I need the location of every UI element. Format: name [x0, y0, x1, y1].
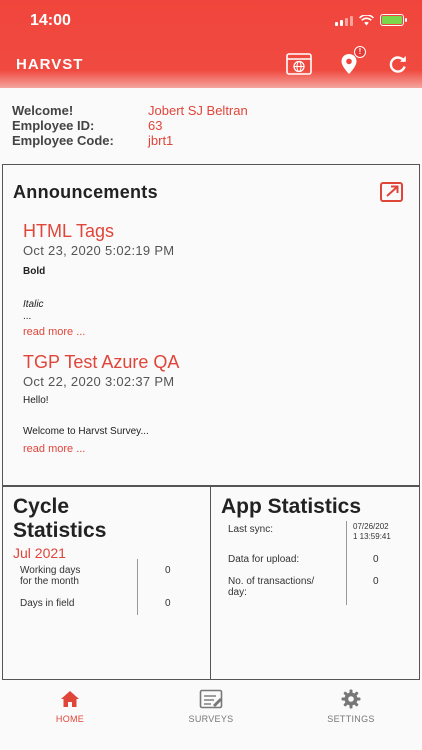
divider	[137, 559, 138, 615]
announcement-body-line: Bold	[23, 266, 46, 277]
nav-settings[interactable]: SETTINGS	[301, 688, 401, 724]
announcements-panel: Announcements HTML Tags Oct 23, 2020 5:0…	[2, 164, 420, 486]
working-days-value: 0	[165, 565, 171, 576]
home-icon	[61, 691, 79, 707]
last-sync-value: 07/26/202 1 13:59:41	[353, 522, 391, 541]
employee-name: Jobert SJ Beltran	[148, 103, 248, 118]
nav-settings-label: SETTINGS	[327, 714, 375, 724]
nav-surveys-label: SURVEYS	[188, 714, 234, 724]
transactions-label: No. of transactions/ day:	[228, 576, 315, 598]
battery-icon	[380, 14, 407, 26]
refresh-button[interactable]	[385, 52, 411, 76]
surveys-icon	[199, 689, 223, 709]
cycle-title-line2: Statistics	[13, 519, 107, 542]
location-button[interactable]: !	[336, 46, 366, 76]
status-icons	[335, 14, 407, 26]
days-in-field-label: Days in field	[20, 598, 75, 609]
announcement-item[interactable]: HTML Tags Oct 23, 2020 5:02:19 PM Bold I…	[23, 221, 403, 338]
employee-code-label: Employee Code:	[12, 133, 114, 148]
settings-gear-icon	[341, 689, 361, 709]
working-days-label: Working days for the month	[20, 565, 81, 587]
cycle-title-line1: Cycle	[13, 495, 70, 518]
announcement-body-line: Welcome to Harvst Survey...	[23, 426, 149, 437]
read-more-link[interactable]: read more ...	[23, 443, 403, 455]
announcement-body-line: ...	[23, 311, 32, 322]
announcement-title[interactable]: TGP Test Azure QA	[23, 352, 403, 373]
days-in-field-value: 0	[165, 598, 171, 609]
employee-id-label: Employee ID:	[12, 118, 95, 133]
app-header: 14:00 HARVST !	[0, 0, 422, 88]
notification-badge: !	[354, 46, 366, 58]
web-browser-button[interactable]	[286, 52, 312, 76]
transactions-value: 0	[373, 576, 379, 587]
divider	[346, 521, 347, 605]
cycle-month: Jul 2021	[13, 545, 66, 561]
signal-icon	[335, 15, 353, 26]
browser-globe-icon	[286, 53, 312, 75]
data-for-upload-value: 0	[373, 554, 379, 565]
status-time: 14:00	[30, 12, 71, 29]
announcement-item[interactable]: TGP Test Azure QA Oct 22, 2020 3:02:37 P…	[23, 352, 403, 455]
cycle-statistics-panel: Cycle Statistics Jul 2021 Working days f…	[2, 486, 212, 680]
nav-surveys[interactable]: SURVEYS	[161, 688, 261, 724]
announcement-body-line: Hello!	[23, 395, 49, 406]
announcement-body-line: Italic	[23, 299, 44, 310]
app-title: HARVST	[16, 56, 84, 73]
employee-code-value: jbrt1	[148, 133, 174, 148]
announcement-date: Oct 22, 2020 3:02:37 PM	[23, 374, 175, 389]
refresh-icon	[389, 56, 406, 73]
announcements-title: Announcements	[13, 182, 158, 202]
employee-info: Welcome! Jobert SJ Beltran Employee ID: …	[12, 103, 248, 148]
bottom-navigation: HOME SURVEYS SETTINGS	[0, 680, 422, 750]
wifi-icon	[359, 14, 374, 25]
open-announcements-button[interactable]	[379, 181, 405, 208]
announcement-date: Oct 23, 2020 5:02:19 PM	[23, 243, 175, 258]
read-more-link[interactable]: read more ...	[23, 326, 403, 338]
welcome-label: Welcome!	[12, 103, 74, 118]
data-for-upload-label: Data for upload:	[228, 554, 300, 565]
last-sync-label: Last sync:	[228, 524, 274, 535]
app-statistics-panel: App Statistics Last sync: 07/26/202 1 13…	[210, 486, 420, 680]
app-statistics-title: App Statistics	[221, 495, 362, 518]
announcement-title[interactable]: HTML Tags	[23, 221, 403, 242]
employee-id-value: 63	[148, 118, 163, 133]
nav-home-label: HOME	[55, 714, 85, 724]
open-external-icon	[380, 182, 403, 202]
nav-home[interactable]: HOME	[20, 688, 120, 724]
